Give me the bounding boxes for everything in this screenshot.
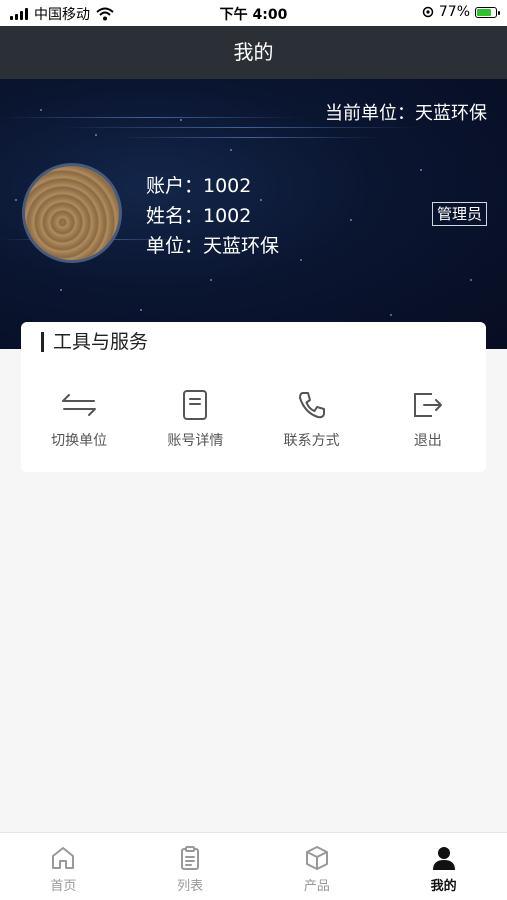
logout-button[interactable]: 退出	[370, 390, 486, 450]
tab-home[interactable]: 首页	[0, 833, 127, 900]
battery-percent: 77%	[438, 4, 470, 20]
tab-mine[interactable]: 我的	[380, 833, 507, 900]
tab-list[interactable]: 列表	[127, 833, 254, 900]
tab-products[interactable]: 产品	[254, 833, 381, 900]
document-icon	[183, 390, 208, 420]
status-bar: 中国移动 下午 4:00 77%	[0, 0, 507, 26]
account-details-label: 账号详情	[167, 433, 224, 449]
phone-icon	[298, 392, 325, 419]
tools-card: 工具与服务 切换单位 账号详情 联系方式 退出	[21, 322, 486, 472]
clipboard-icon	[181, 846, 200, 870]
account-label: 账户：1002	[146, 175, 252, 197]
profile-header: 当前单位：天蓝环保 账户：1002 姓名：1002 单位：天蓝环保 管理员	[0, 79, 507, 349]
contact-label: 联系方式	[283, 433, 340, 449]
tab-home-label: 首页	[50, 879, 77, 894]
switch-unit-label: 切换单位	[51, 433, 108, 449]
tools-grid: 切换单位 账号详情 联系方式 退出	[21, 390, 486, 450]
battery-icon	[475, 6, 500, 18]
tab-products-label: 产品	[303, 879, 330, 894]
nav-title: 我的	[0, 26, 507, 79]
unit-label: 单位：天蓝环保	[146, 235, 280, 257]
tab-list-label: 列表	[177, 879, 204, 894]
user-icon	[432, 847, 455, 870]
box-icon	[305, 846, 328, 870]
orientation-lock-icon	[422, 6, 434, 18]
avatar[interactable]	[22, 163, 122, 263]
account-details-button[interactable]: 账号详情	[137, 390, 253, 450]
switch-unit-button[interactable]: 切换单位	[21, 390, 137, 450]
current-unit-label: 当前单位：天蓝环保	[325, 103, 487, 124]
contact-button[interactable]: 联系方式	[254, 390, 370, 450]
swap-icon	[62, 394, 97, 416]
logout-label: 退出	[413, 433, 442, 449]
name-label: 姓名：1002	[146, 205, 252, 227]
user-info: 账户：1002 姓名：1002 单位：天蓝环保	[146, 171, 279, 261]
role-badge: 管理员	[431, 202, 487, 226]
tab-bar: 首页 列表 产品 我的	[0, 832, 507, 900]
profile-screen: 中国移动 下午 4:00 77% 我的 当前单位：天蓝环保 账户：1002 姓名…	[0, 0, 507, 900]
logout-icon	[413, 393, 442, 417]
tab-mine-label: 我的	[430, 879, 457, 894]
home-icon	[52, 847, 75, 869]
tools-title: 工具与服务	[41, 332, 148, 352]
